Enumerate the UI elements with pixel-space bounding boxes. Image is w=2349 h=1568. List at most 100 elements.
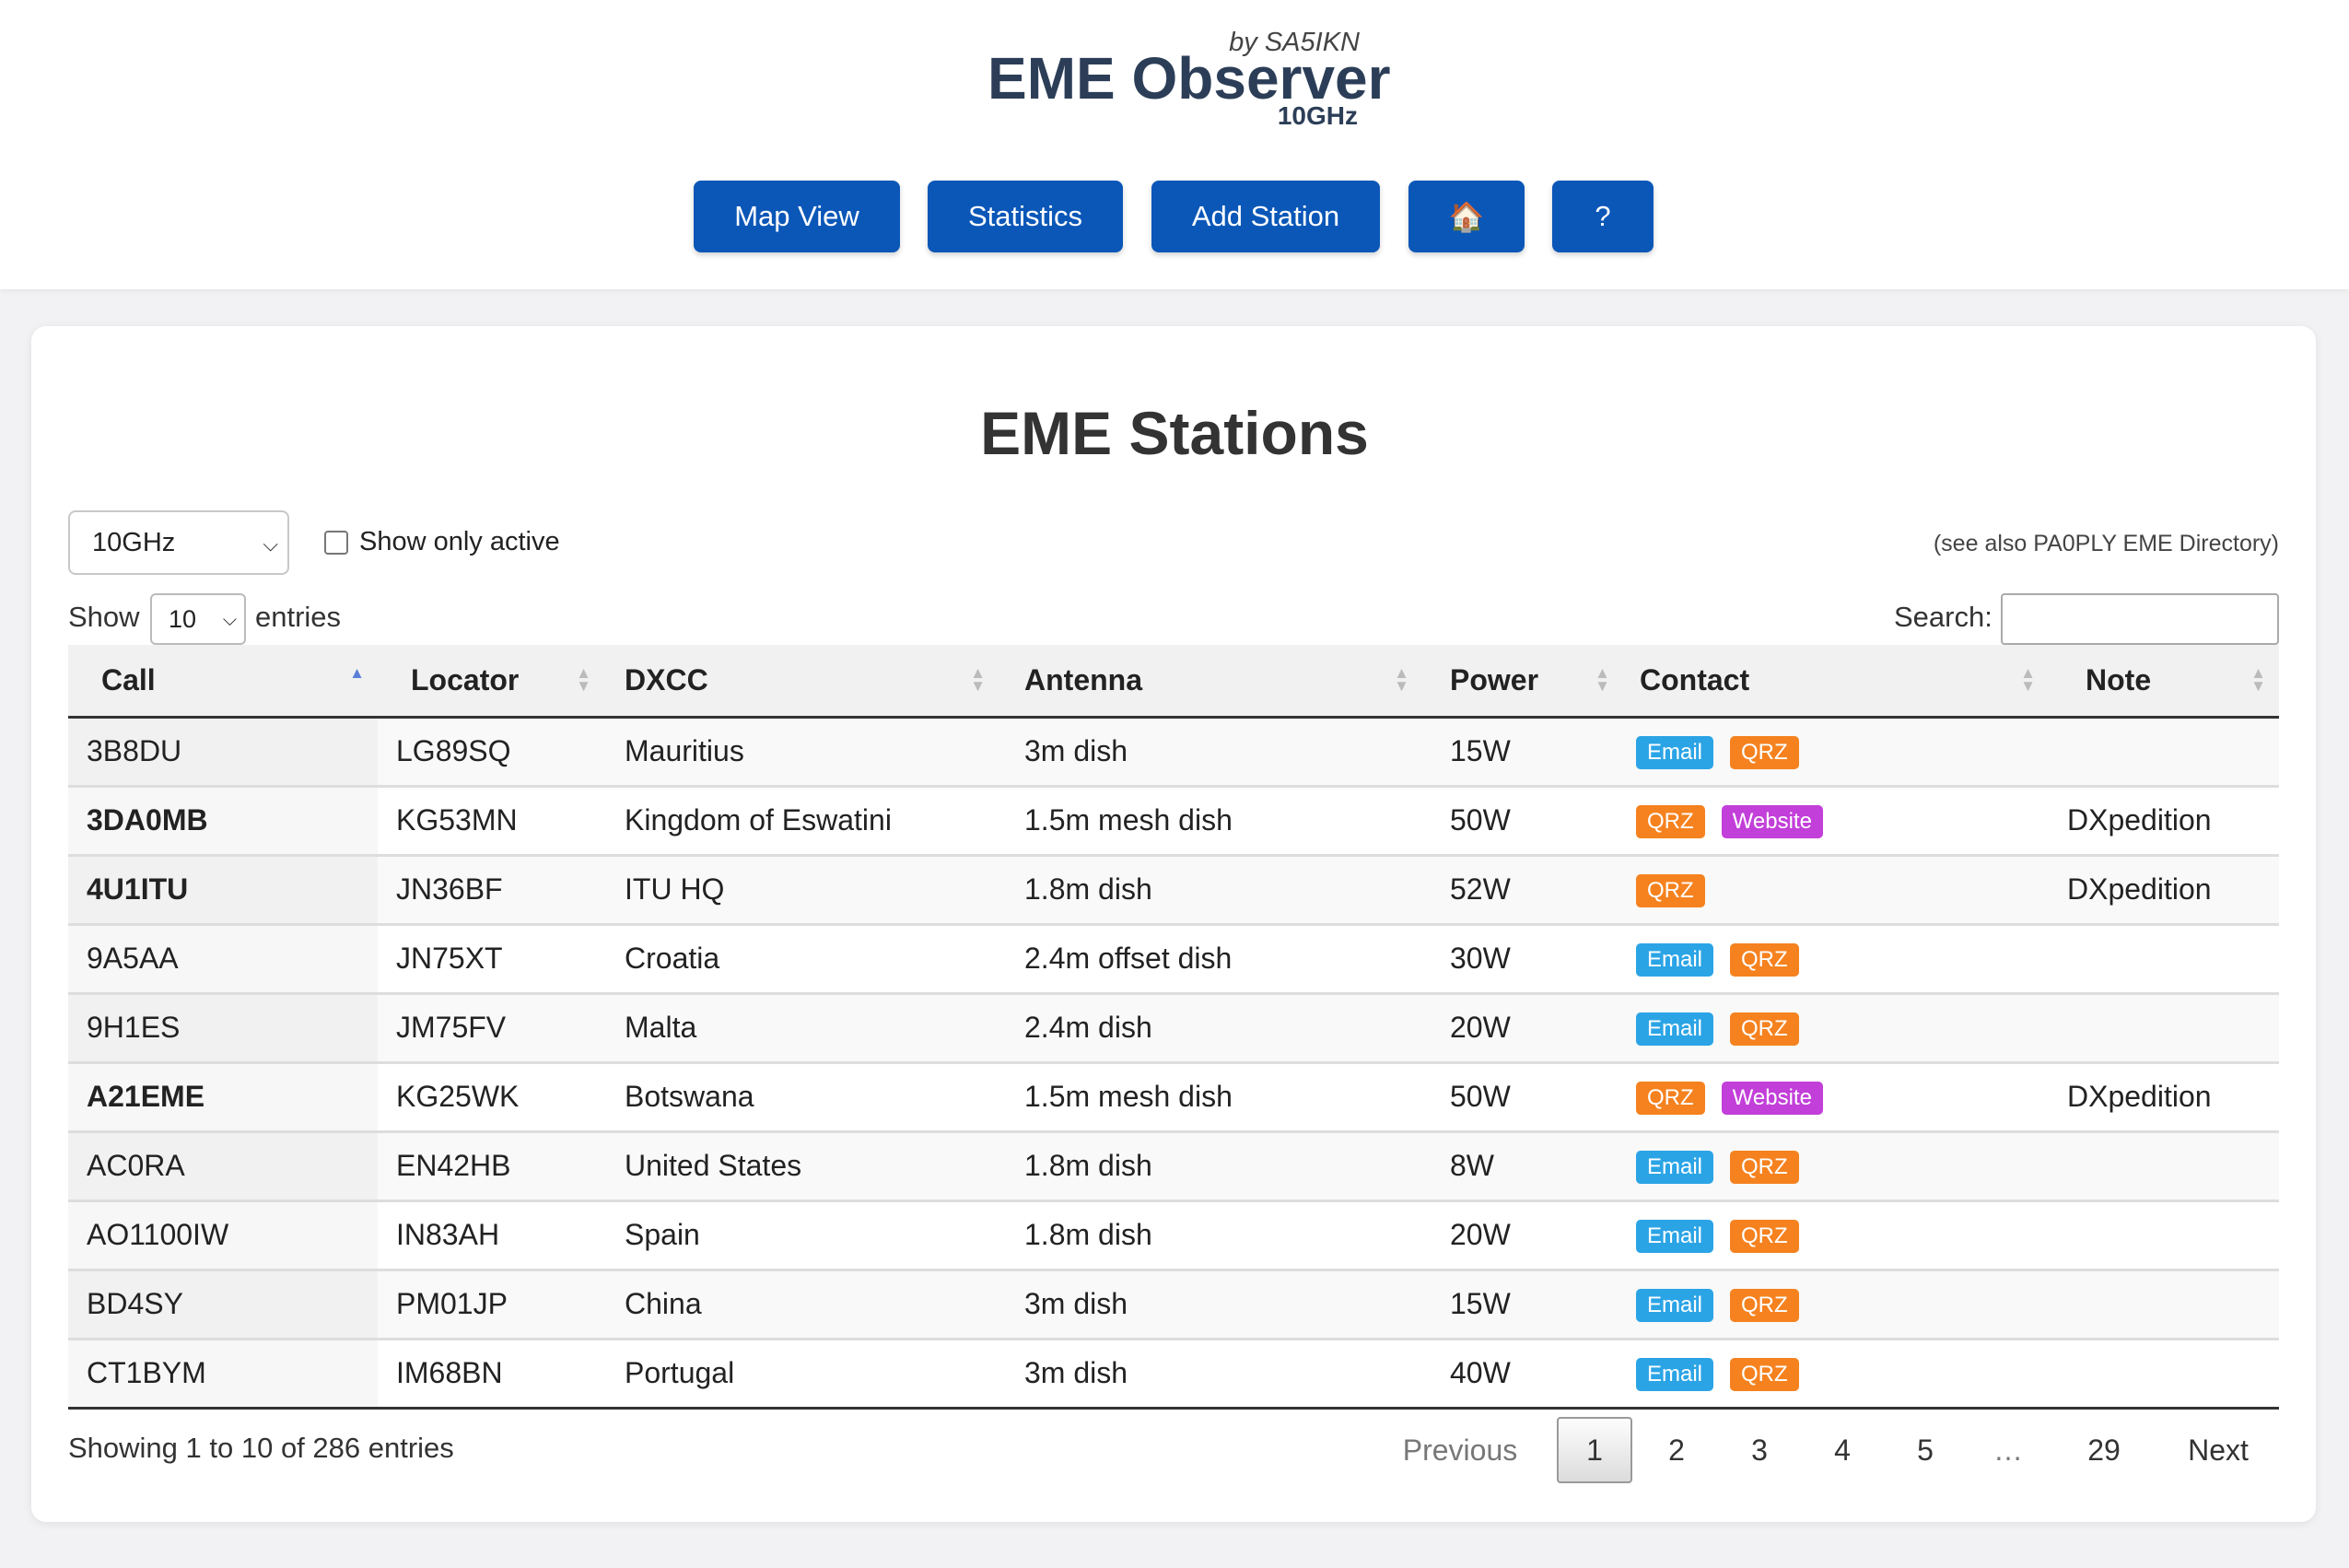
pagination-previous[interactable]: Previous xyxy=(1391,1417,1529,1483)
qrz-link[interactable]: QRZ xyxy=(1730,942,1799,977)
page-length-select[interactable]: 10 ⌵ xyxy=(150,593,246,645)
qrz-link[interactable]: QRZ xyxy=(1730,735,1799,769)
entries-label: entries xyxy=(255,601,342,633)
contact-cell: QRZ Website xyxy=(1623,786,2049,857)
page-button-2[interactable]: 2 xyxy=(1649,1417,1704,1483)
home-icon: 🏠 xyxy=(1448,200,1485,233)
table-row: 9H1ES JM75FV Malta 2.4m dish 20W Email QRZ xyxy=(68,993,2279,1064)
help-button[interactable]: ? xyxy=(1552,181,1654,252)
qrz-link[interactable]: QRZ xyxy=(1730,1288,1799,1322)
page-button-29[interactable]: 29 xyxy=(2067,1417,2141,1483)
col-header-locator[interactable]: Locator ▲ ▼ xyxy=(378,645,604,719)
search-input[interactable] xyxy=(2001,593,2279,645)
show-label: Show xyxy=(68,601,140,633)
locator-cell: JM75FV xyxy=(378,993,604,1064)
email-link[interactable]: Email xyxy=(1636,1012,1714,1046)
power-cell: 15W xyxy=(1422,1270,1623,1340)
antenna-cell: 1.5m mesh dish xyxy=(999,1062,1422,1133)
sort-icon: ▲ ▼ xyxy=(2020,664,2036,695)
table-row: CT1BYM IM68BN Portugal 3m dish 40W Email QRZ xyxy=(68,1339,2279,1410)
antenna-cell: 1.8m dish xyxy=(999,1131,1422,1202)
band-select[interactable]: 10GHz ⌵ xyxy=(68,510,289,575)
email-link[interactable]: Email xyxy=(1636,1288,1714,1322)
contact-cell: Email QRZ xyxy=(1623,717,2049,788)
dxcc-cell: Mauritius xyxy=(604,717,999,788)
map-view-button[interactable]: Map View xyxy=(694,181,900,252)
contact-cell: Email QRZ xyxy=(1623,1339,2049,1410)
qrz-link[interactable]: QRZ xyxy=(1730,1012,1799,1046)
add-station-button[interactable]: Add Station xyxy=(1151,181,1380,252)
website-link[interactable]: Website xyxy=(1721,1081,1823,1115)
call-cell: AC0RA xyxy=(68,1131,378,1202)
page-button-4[interactable]: 4 xyxy=(1815,1417,1870,1483)
pagination-next[interactable]: Next xyxy=(2170,1417,2266,1483)
col-header-dxcc[interactable]: DXCC ▲ ▼ xyxy=(604,645,999,719)
antenna-cell: 3m dish xyxy=(999,1339,1422,1410)
call-cell: AO1100IW xyxy=(68,1200,378,1271)
stations-table: Call ▲ Locator ▲ ▼ DXCC ▲ ▼ Antenna ▲ ▼ Power ▲ ▼… xyxy=(68,645,2279,1410)
qrz-link[interactable]: QRZ xyxy=(1730,1219,1799,1253)
contact-cell: Email QRZ xyxy=(1623,993,2049,1064)
dxcc-cell: Croatia xyxy=(604,924,999,995)
contact-cell: Email QRZ xyxy=(1623,1200,2049,1271)
see-also-link[interactable]: (see also PA0PLY EME Directory) xyxy=(1934,531,2279,557)
col-header-antenna[interactable]: Antenna ▲ ▼ xyxy=(999,645,1422,719)
dxcc-cell: Botswana xyxy=(604,1062,999,1133)
power-cell: 40W xyxy=(1422,1339,1623,1410)
page-title: EME Stations xyxy=(980,399,1369,467)
power-cell: 30W xyxy=(1422,924,1623,995)
antenna-cell: 2.4m offset dish xyxy=(999,924,1422,995)
page-button-3[interactable]: 3 xyxy=(1732,1417,1787,1483)
qrz-link[interactable]: QRZ xyxy=(1636,804,1705,838)
antenna-cell: 3m dish xyxy=(999,717,1422,788)
website-link[interactable]: Website xyxy=(1721,804,1823,838)
contact-cell: Email QRZ xyxy=(1623,1270,2049,1340)
sort-icon: ▲ ▼ xyxy=(1394,664,1409,695)
locator-cell: PM01JP xyxy=(378,1270,604,1340)
page-button-5[interactable]: 5 xyxy=(1898,1417,1953,1483)
note-cell: DXpedition xyxy=(2049,855,2279,926)
note-cell xyxy=(2049,1270,2279,1340)
note-cell xyxy=(2049,1131,2279,1202)
email-link[interactable]: Email xyxy=(1636,942,1714,977)
sort-icon: ▲ ▼ xyxy=(970,664,986,695)
email-link[interactable]: Email xyxy=(1636,1219,1714,1253)
contact-cell: QRZ xyxy=(1623,855,2049,926)
site-header: by SA5IKN EME Observer 10GHz Map View St… xyxy=(0,0,2349,289)
col-header-note[interactable]: Note ▲ ▼ xyxy=(2049,645,2279,719)
call-cell: 4U1ITU xyxy=(68,855,378,926)
col-header-contact[interactable]: Contact ▲ ▼ xyxy=(1623,645,2049,719)
antenna-cell: 1.8m dish xyxy=(999,855,1422,926)
band-select-value: 10GHz xyxy=(92,527,176,557)
home-button[interactable]: 🏠 xyxy=(1408,181,1525,252)
qrz-link[interactable]: QRZ xyxy=(1636,1081,1705,1115)
chevron-down-icon: ⌵ xyxy=(222,610,237,630)
sort-icon: ▲ ▼ xyxy=(1595,664,1610,695)
col-header-power[interactable]: Power ▲ ▼ xyxy=(1422,645,1623,719)
table-row: A21EME KG25WK Botswana 1.5m mesh dish 50W QRZ… xyxy=(68,1062,2279,1133)
email-link[interactable]: Email xyxy=(1636,1357,1714,1391)
show-active-label[interactable]: Show only active xyxy=(359,527,560,557)
qrz-link[interactable]: QRZ xyxy=(1636,873,1705,907)
note-cell xyxy=(2049,1339,2279,1410)
note-cell xyxy=(2049,1200,2279,1271)
power-cell: 20W xyxy=(1422,1200,1623,1271)
antenna-cell: 3m dish xyxy=(999,1270,1422,1340)
qrz-link[interactable]: QRZ xyxy=(1730,1150,1799,1184)
dxcc-cell: Malta xyxy=(604,993,999,1064)
qrz-link[interactable]: QRZ xyxy=(1730,1357,1799,1391)
show-active-checkbox[interactable] xyxy=(324,531,348,555)
table-info: Showing 1 to 10 of 286 entries xyxy=(68,1432,454,1464)
page-button-1[interactable]: 1 xyxy=(1557,1417,1632,1483)
note-cell: DXpedition xyxy=(2049,786,2279,857)
col-header-call[interactable]: Call ▲ xyxy=(68,645,378,719)
email-link[interactable]: Email xyxy=(1636,1150,1714,1184)
brand: by SA5IKN EME Observer 10GHz xyxy=(988,24,1391,135)
table-row: AO1100IW IN83AH Spain 1.8m dish 20W Email QRZ xyxy=(68,1200,2279,1271)
email-link[interactable]: Email xyxy=(1636,735,1714,769)
sort-icon: ▲ ▼ xyxy=(576,664,591,695)
note-cell xyxy=(2049,924,2279,995)
call-cell: 9A5AA xyxy=(68,924,378,995)
note-cell: DXpedition xyxy=(2049,1062,2279,1133)
statistics-button[interactable]: Statistics xyxy=(928,181,1123,252)
